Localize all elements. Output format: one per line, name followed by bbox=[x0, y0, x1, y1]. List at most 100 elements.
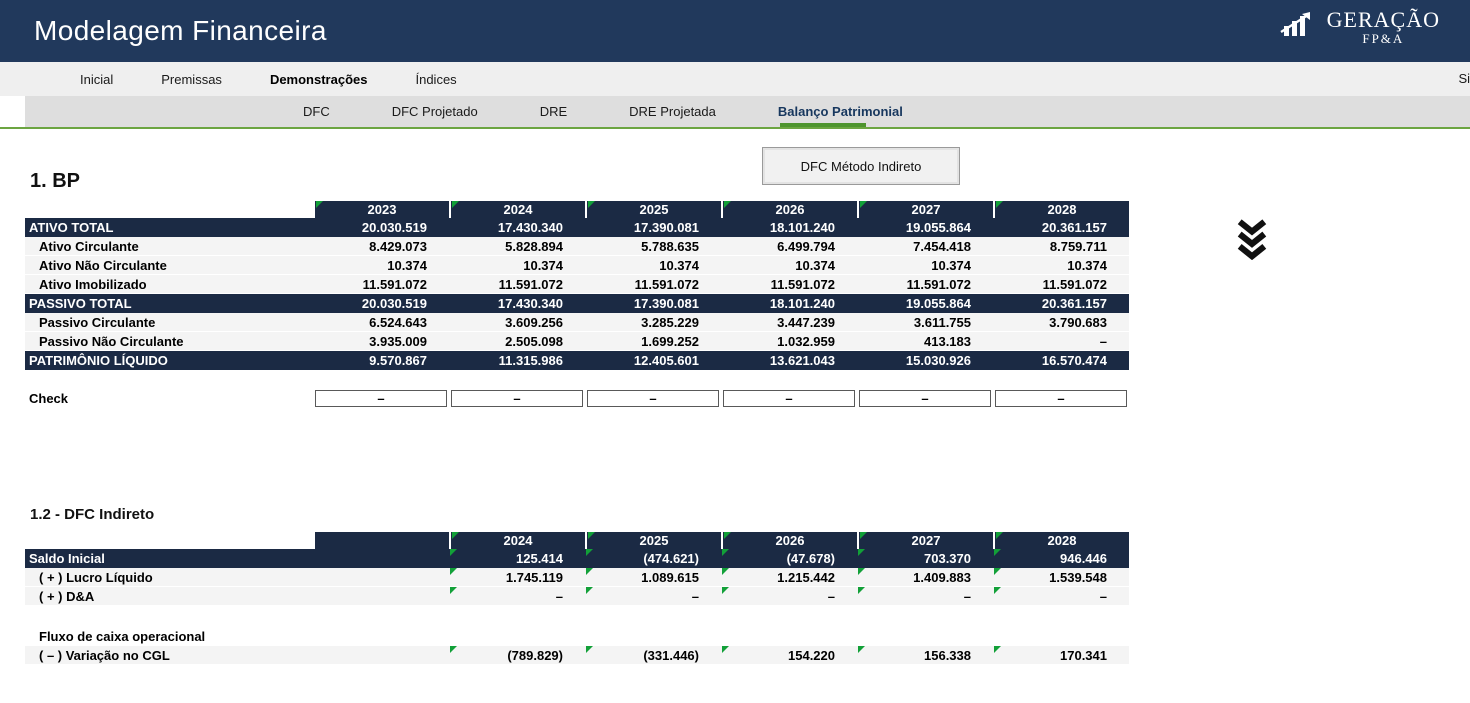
check-cell: – bbox=[995, 390, 1127, 407]
row-label: Fluxo de caixa operacional bbox=[25, 627, 585, 646]
cell: 10.374 bbox=[721, 256, 857, 274]
cell: 7.454.418 bbox=[857, 237, 993, 255]
subnav-item-dre-projetada[interactable]: DRE Projetada bbox=[629, 96, 716, 127]
cell: (331.446) bbox=[585, 646, 721, 664]
table-row-variacao-cgl: ( – ) Variação no CGL (789.829) (331.446… bbox=[25, 646, 1129, 665]
cell: 8.759.711 bbox=[993, 237, 1129, 255]
row-label: Check bbox=[25, 389, 313, 408]
cell: 13.621.043 bbox=[721, 351, 857, 370]
cell bbox=[313, 646, 449, 664]
year-header: 2027 bbox=[857, 201, 993, 218]
cell: 6.524.643 bbox=[313, 313, 449, 331]
cell: 20.030.519 bbox=[313, 218, 449, 237]
cell: 11.591.072 bbox=[993, 275, 1129, 293]
subnav-item-dfc-projetado[interactable]: DFC Projetado bbox=[392, 96, 478, 127]
logo-text: GERAÇÃO FP&A bbox=[1327, 7, 1440, 47]
table-row-ativo-circulante: Ativo Circulante 8.429.073 5.828.894 5.7… bbox=[25, 237, 1129, 256]
nav-item-inicial[interactable]: Inicial bbox=[80, 72, 113, 87]
nav-item-indices[interactable]: Índices bbox=[415, 72, 456, 87]
table-row-saldo-inicial: Saldo Inicial 125.414 (474.621) (47.678)… bbox=[25, 549, 1129, 568]
cell: 3.609.256 bbox=[449, 313, 585, 331]
nav-item-premissas[interactable]: Premissas bbox=[161, 72, 222, 87]
check-cell: – bbox=[723, 390, 855, 407]
year-header: 2025 bbox=[585, 532, 721, 549]
table-row-ativo-nao-circulante: Ativo Não Circulante 10.374 10.374 10.37… bbox=[25, 256, 1129, 275]
spacer bbox=[25, 370, 1129, 389]
nav-item-demonstracoes[interactable]: Demonstrações bbox=[270, 72, 368, 87]
cell: 1.089.615 bbox=[585, 568, 721, 586]
year-header: 2024 bbox=[449, 532, 585, 549]
row-label: ATIVO TOTAL bbox=[25, 218, 313, 237]
bp-table: 2023 2024 2025 2026 2027 2028 ATIVO TOTA… bbox=[25, 201, 1129, 408]
check-cell: – bbox=[315, 390, 447, 407]
nav-item-right-partial[interactable]: Si bbox=[1458, 62, 1470, 96]
cell: 154.220 bbox=[721, 646, 857, 664]
row-label: ( + ) Lucro Líquido bbox=[25, 568, 313, 586]
corner-cell bbox=[25, 201, 313, 218]
cell: – bbox=[857, 587, 993, 605]
logo-name: GERAÇÃO bbox=[1327, 7, 1440, 33]
cell: 17.430.340 bbox=[449, 294, 585, 313]
year-header: 2025 bbox=[585, 201, 721, 218]
table-row-lucro-liquido: ( + ) Lucro Líquido 1.745.119 1.089.615 … bbox=[25, 568, 1129, 587]
cell: 10.374 bbox=[313, 256, 449, 274]
dfc-metodo-indireto-button[interactable]: DFC Método Indireto bbox=[762, 147, 960, 185]
row-label: PATRIMÔNIO LÍQUIDO bbox=[25, 351, 313, 370]
cell: 156.338 bbox=[857, 646, 993, 664]
cell bbox=[313, 549, 449, 568]
green-divider-line bbox=[0, 127, 1470, 129]
subnav-item-dre[interactable]: DRE bbox=[540, 96, 567, 127]
year-header: 2026 bbox=[721, 532, 857, 549]
row-label: ( – ) Variação no CGL bbox=[25, 646, 313, 664]
table-row-passivo-total: PASSIVO TOTAL 20.030.519 17.430.340 17.3… bbox=[25, 294, 1129, 313]
cell: 1.539.548 bbox=[993, 568, 1129, 586]
cell: (474.621) bbox=[585, 549, 721, 568]
subnav-item-balanco-patrimonial[interactable]: Balanço Patrimonial bbox=[778, 96, 903, 127]
cell: 6.499.794 bbox=[721, 237, 857, 255]
cell: 11.591.072 bbox=[585, 275, 721, 293]
cell: 11.591.072 bbox=[721, 275, 857, 293]
title-bar: Modelagem Financeira GERAÇÃO FP&A bbox=[0, 0, 1470, 62]
cell: 20.030.519 bbox=[313, 294, 449, 313]
year-header-blank bbox=[313, 532, 449, 549]
cell: 9.570.867 bbox=[313, 351, 449, 370]
table-row-patrimonio-liquido: PATRIMÔNIO LÍQUIDO 9.570.867 11.315.986 … bbox=[25, 351, 1129, 370]
row-label: Passivo Não Circulante bbox=[25, 332, 313, 350]
cell: 3.447.239 bbox=[721, 313, 857, 331]
row-label: Passivo Circulante bbox=[25, 313, 313, 331]
bp-header-row: 2023 2024 2025 2026 2027 2028 bbox=[25, 201, 1129, 218]
cell bbox=[313, 568, 449, 586]
cell: 5.788.635 bbox=[585, 237, 721, 255]
cell: 5.828.894 bbox=[449, 237, 585, 255]
cell: 10.374 bbox=[449, 256, 585, 274]
cell: 413.183 bbox=[857, 332, 993, 350]
cell: 11.591.072 bbox=[313, 275, 449, 293]
row-label: Ativo Imobilizado bbox=[25, 275, 313, 293]
cell: 11.591.072 bbox=[449, 275, 585, 293]
cell: 11.591.072 bbox=[857, 275, 993, 293]
cell: 16.570.474 bbox=[993, 351, 1129, 370]
cell: – bbox=[585, 587, 721, 605]
cell: 18.101.240 bbox=[721, 294, 857, 313]
logo: GERAÇÃO FP&A bbox=[1277, 7, 1440, 47]
check-cell: – bbox=[587, 390, 719, 407]
table-row-ativo-imobilizado: Ativo Imobilizado 11.591.072 11.591.072 … bbox=[25, 275, 1129, 294]
row-label: Saldo Inicial bbox=[25, 549, 313, 568]
cell: 20.361.157 bbox=[993, 218, 1129, 237]
cell: 8.429.073 bbox=[313, 237, 449, 255]
cell: 17.390.081 bbox=[585, 294, 721, 313]
year-header: 2023 bbox=[313, 201, 449, 218]
cell: (47.678) bbox=[721, 549, 857, 568]
section-heading-dfc-indireto: 1.2 - DFC Indireto bbox=[30, 506, 154, 523]
logo-chart-icon bbox=[1277, 10, 1319, 45]
dfc-header-row: 2024 2025 2026 2027 2028 bbox=[25, 532, 1129, 549]
cell: 170.341 bbox=[993, 646, 1129, 664]
spacer bbox=[25, 606, 1129, 627]
subnav-item-dfc[interactable]: DFC bbox=[303, 96, 330, 127]
logo-subtext: FP&A bbox=[1362, 31, 1404, 47]
row-label: PASSIVO TOTAL bbox=[25, 294, 313, 313]
check-cell: – bbox=[451, 390, 583, 407]
double-chevron-down-icon[interactable] bbox=[1236, 218, 1268, 260]
cell: – bbox=[993, 587, 1129, 605]
main-nav: Inicial Premissas Demonstrações Índices … bbox=[0, 62, 1470, 96]
